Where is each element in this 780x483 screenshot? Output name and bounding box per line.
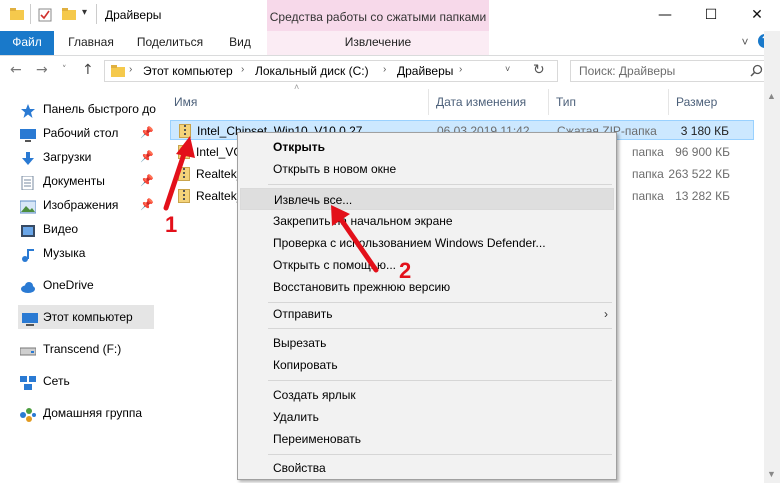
annotation-label-1: 1 <box>165 212 178 237</box>
annotation-label-2: 2 <box>399 258 412 283</box>
annotation-arrow-2 <box>337 215 379 273</box>
annotation-arrow-1 <box>163 145 189 211</box>
annotation-arrows <box>163 136 379 273</box>
